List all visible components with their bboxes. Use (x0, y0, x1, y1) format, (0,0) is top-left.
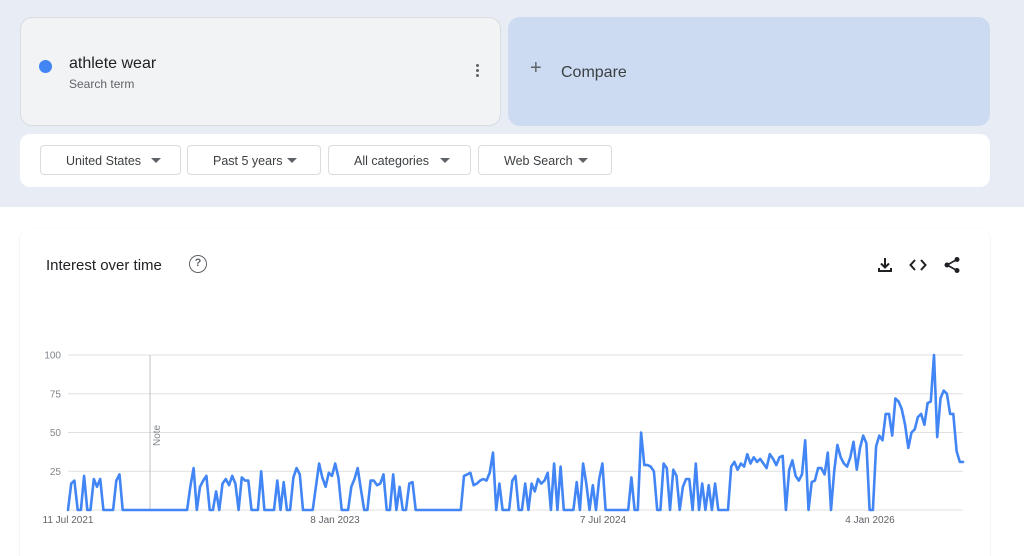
note-annotation-label: Note (152, 424, 163, 446)
search-term-name[interactable]: athlete wear (69, 55, 156, 73)
x-tick-label: 4 Jan 2026 (845, 515, 895, 526)
x-tick-label: 8 Jan 2023 (310, 515, 360, 526)
more-options-icon[interactable] (469, 63, 485, 79)
y-tick-label: 75 (50, 389, 62, 400)
filter-time-range[interactable]: Past 5 years (187, 145, 321, 175)
compare-button[interactable]: + Compare (508, 17, 990, 126)
chart-title: Interest over time (46, 257, 162, 274)
search-term-subtitle: Search term (69, 77, 135, 91)
share-icon[interactable] (943, 256, 961, 274)
plus-icon: + (530, 57, 542, 79)
filter-category-label: All categories (354, 154, 430, 168)
filter-search-type[interactable]: Web Search (478, 145, 612, 175)
compare-label: Compare (561, 64, 627, 81)
chevron-down-icon (151, 158, 161, 163)
filter-category[interactable]: All categories (328, 145, 471, 175)
y-tick-label: 100 (44, 351, 61, 362)
filter-time-range-label: Past 5 years (213, 154, 283, 168)
filter-region[interactable]: United States (40, 145, 181, 175)
filter-bar: United States Past 5 years All categorie… (20, 134, 990, 187)
series-color-dot (39, 60, 52, 73)
y-tick-label: 50 (50, 428, 62, 439)
chevron-down-icon (578, 158, 588, 163)
help-icon[interactable]: ? (189, 255, 207, 273)
filter-region-label: United States (66, 154, 142, 168)
chevron-down-icon (287, 158, 297, 163)
download-icon[interactable] (876, 256, 894, 274)
interest-line-chart: 25 50 75 100 11 Jul 2021 8 Jan 2023 7 Jul 202… (43, 351, 965, 526)
chevron-down-icon (440, 158, 450, 163)
search-term-card[interactable]: athlete wear Search term (20, 17, 501, 126)
x-tick-label: 7 Jul 2024 (580, 515, 627, 526)
y-tick-label: 25 (50, 467, 62, 478)
x-tick-label: 11 Jul 2021 (43, 515, 94, 526)
filter-search-type-label: Web Search (504, 154, 573, 168)
embed-code-icon[interactable] (909, 256, 927, 274)
